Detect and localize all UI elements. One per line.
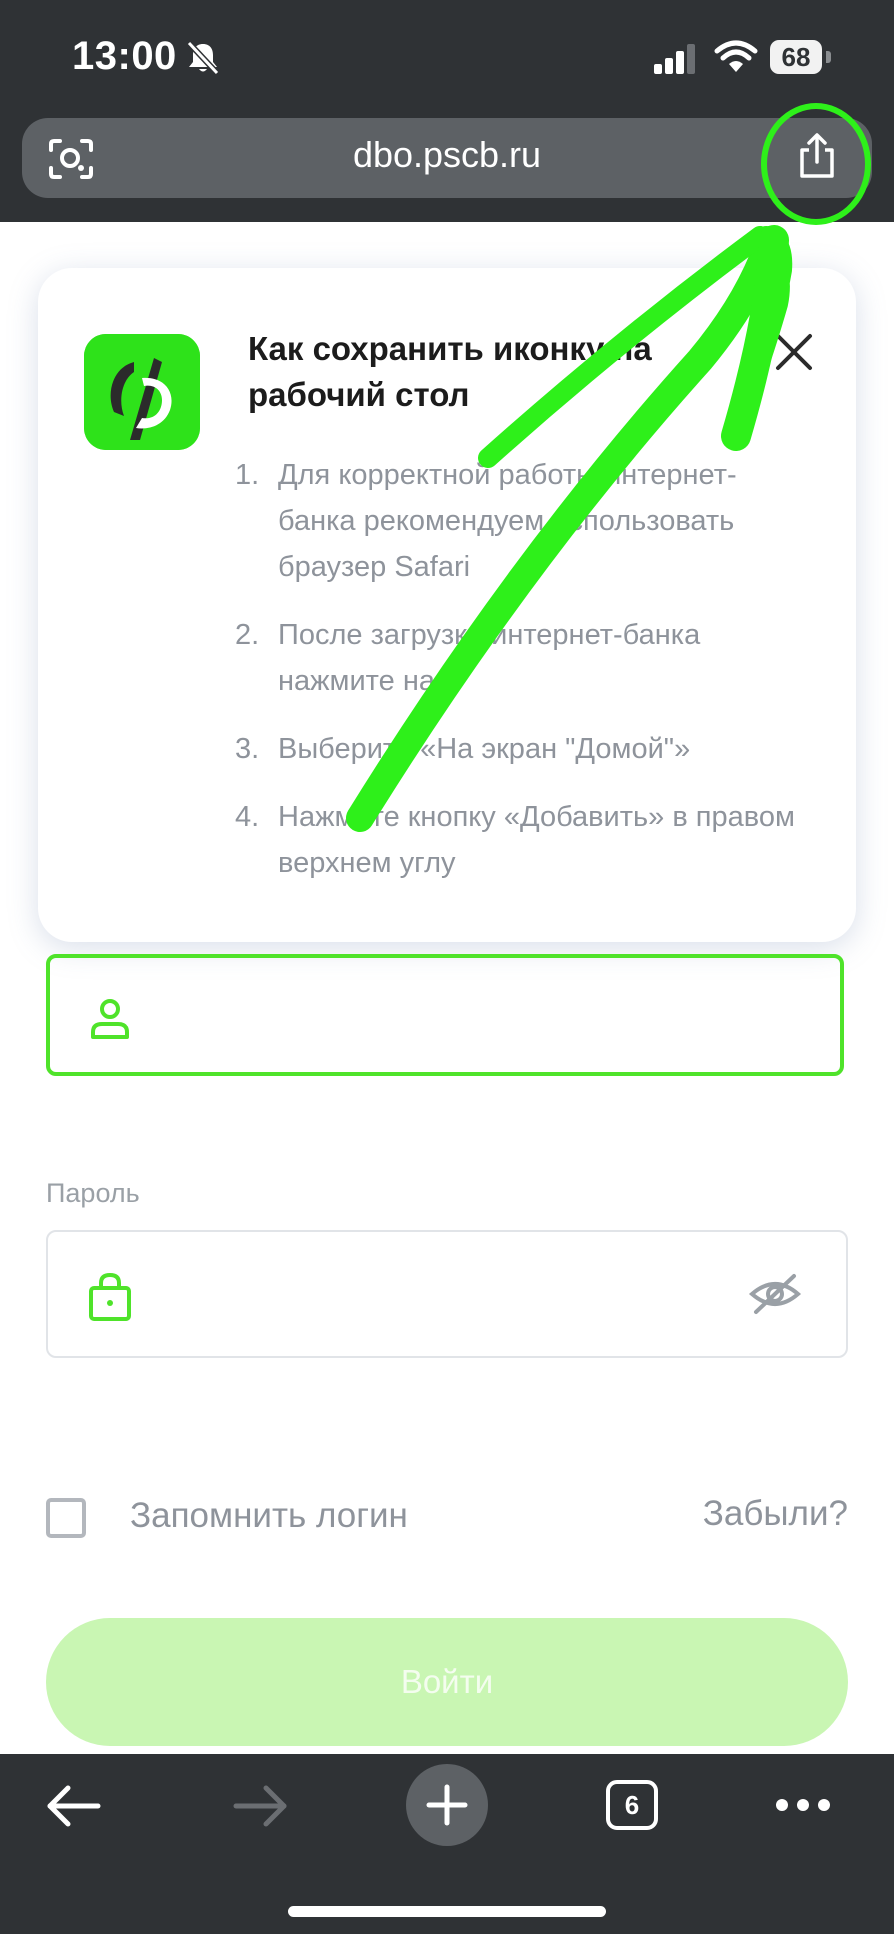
lens-icon[interactable] [48,138,94,180]
new-tab-button[interactable] [406,1764,488,1846]
step-text: Выберите «На экран "Домой"» [278,733,691,765]
remember-login-checkbox[interactable] [46,1498,86,1538]
instruction-step: 2. После загрузки интернет-банка нажмите… [230,612,810,704]
status-time: 13:00 [72,34,177,78]
share-icon[interactable] [790,130,844,184]
step-number: 4. [235,801,260,833]
close-icon[interactable] [772,330,816,374]
login-input[interactable] [46,954,844,1076]
user-icon [91,999,129,1039]
forgot-password-link[interactable]: Забыли? [703,1494,848,1534]
step-text: Для корректной работы интернет-банка рек… [278,459,737,583]
step-number: 2. [235,619,260,651]
more-icon[interactable] [774,1796,832,1814]
wifi-icon [714,40,758,72]
lock-icon [89,1272,131,1321]
password-input[interactable] [46,1230,848,1358]
step-text: Нажмите кнопку «Добавить» в правом верхн… [278,801,795,879]
bank-logo-icon [84,334,200,450]
forward-icon[interactable] [232,1784,290,1828]
step-number: 3. [235,733,260,765]
step-text: После загрузки интернет-банка нажмите на [278,619,701,697]
login-button[interactable]: Войти [46,1618,848,1746]
step-number: 1. [235,459,260,491]
url-text[interactable]: dbo.pscb.ru [200,134,694,176]
popup-title: Как сохранить иконку на рабочий стол [248,330,652,413]
bell-off-icon [186,40,220,76]
instruction-step: 4. Нажмите кнопку «Добавить» в правом ве… [230,794,810,886]
battery-tip [826,51,831,63]
home-indicator [288,1906,606,1917]
instruction-step: 1. Для корректной работы интернет-банка … [230,452,810,590]
password-label: Пароль [46,1178,140,1208]
instruction-steps: 1. Для корректной работы интернет-банка … [230,452,810,908]
battery-indicator: 68 [770,40,822,74]
plus-icon [426,1784,468,1826]
eye-off-icon[interactable] [748,1270,802,1318]
signal-icon [654,44,695,74]
remember-login-label[interactable]: Запомнить логин [130,1496,408,1536]
instruction-step: 3. Выберите «На экран "Домой"» [230,726,810,772]
tabs-count-button[interactable]: 6 [606,1780,658,1830]
back-icon[interactable] [44,1784,102,1828]
app-logo [84,334,200,450]
